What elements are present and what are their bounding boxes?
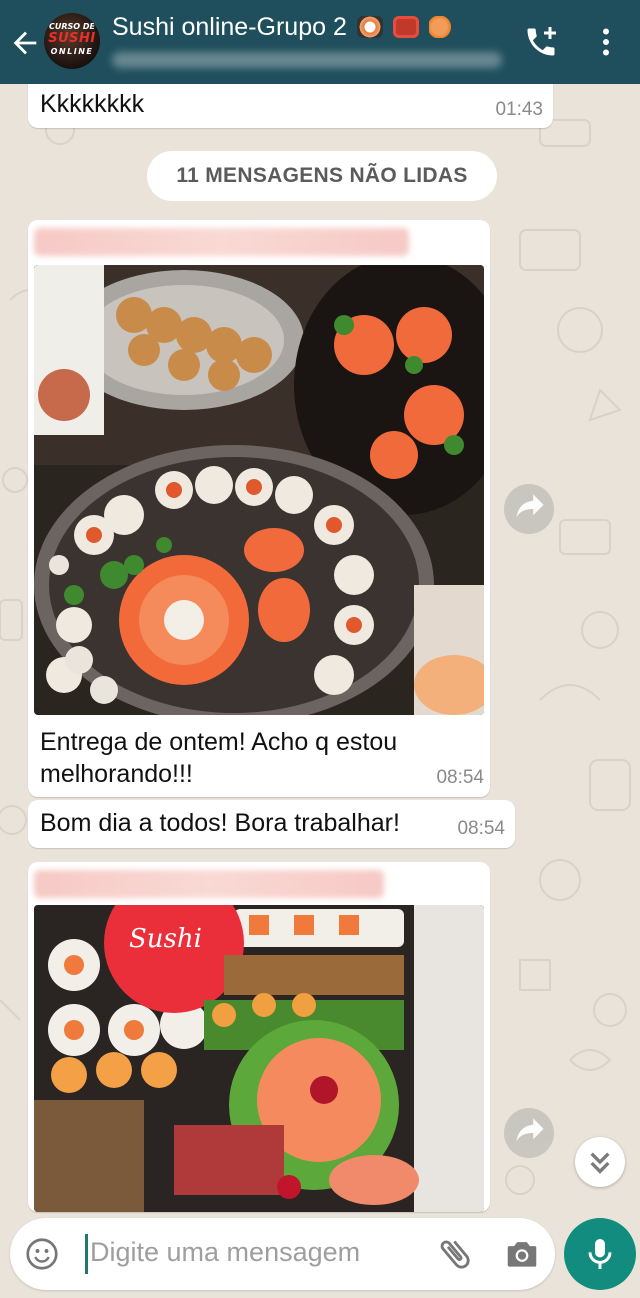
sushi-box-photo[interactable]: Sushi [34,905,484,1212]
avatar-text-line-2: SUSHI [48,31,96,46]
more-options-icon[interactable] [588,24,624,60]
sender-name-blurred [34,228,409,256]
group-avatar[interactable]: CURSO DE SUSHI ONLINE [44,13,100,69]
message-time: 01:43 [495,99,543,120]
chat-title[interactable]: Sushi online-Grupo 2 [112,13,455,42]
caption-line-2: melhorando!!! [40,760,193,788]
sender-name-blurred [34,870,384,898]
attach-icon[interactable] [435,1234,475,1274]
emoji-icon[interactable] [24,1236,60,1272]
message-input[interactable]: Digite uma mensagem [90,1237,360,1268]
avatar-text-line-3: ONLINE [50,47,94,56]
chat-header: CURSO DE SUSHI ONLINE Sushi online-Grupo… [0,0,640,84]
double-chevron-down-icon [590,1152,610,1174]
unread-messages-banner: 11 MENSAGENS NÃO LIDAS [147,151,497,201]
sushi-platter-photo[interactable] [34,265,484,715]
text-cursor [85,1234,88,1274]
forward-icon [516,494,544,518]
message-composer: Digite uma mensagem [10,1218,555,1290]
sushi-box-image: Sushi [34,905,484,1212]
group-name: Sushi online-Grupo 2 [112,13,347,41]
message-text: Kkkkkkkk [40,90,145,118]
forward-button[interactable] [504,1108,554,1158]
avatar-text-line-1: CURSO DE [49,22,95,31]
shrimp-emoji-icon [428,16,455,38]
forward-button[interactable] [504,484,554,534]
message-time: 08:54 [436,767,484,788]
svg-text:Sushi: Sushi [129,924,202,954]
forward-icon [516,1118,544,1142]
back-arrow-icon[interactable] [8,26,42,60]
add-call-icon[interactable] [523,24,559,60]
image-message-bubble[interactable]: Entrega de ontem! Acho q estou melhorand… [28,220,490,797]
camera-icon[interactable] [503,1235,541,1273]
scroll-to-bottom-button[interactable] [575,1137,625,1187]
message-bubble[interactable]: Bom dia a todos! Bora trabalhar! 08:54 [28,800,515,848]
microphone-icon [588,1239,612,1269]
image-message-bubble[interactable]: Sushi [28,862,490,1212]
voice-message-button[interactable] [564,1218,636,1290]
message-text: Bom dia a todos! Bora trabalhar! [40,809,400,837]
sushi-emoji-icon [356,16,383,38]
message-time: 08:54 [457,818,505,839]
caption-line-1: Entrega de ontem! Acho q estou [40,728,398,756]
sushi-platter-image [34,265,484,715]
participants-list-blurred [112,52,502,68]
bento-emoji-icon [392,16,419,38]
